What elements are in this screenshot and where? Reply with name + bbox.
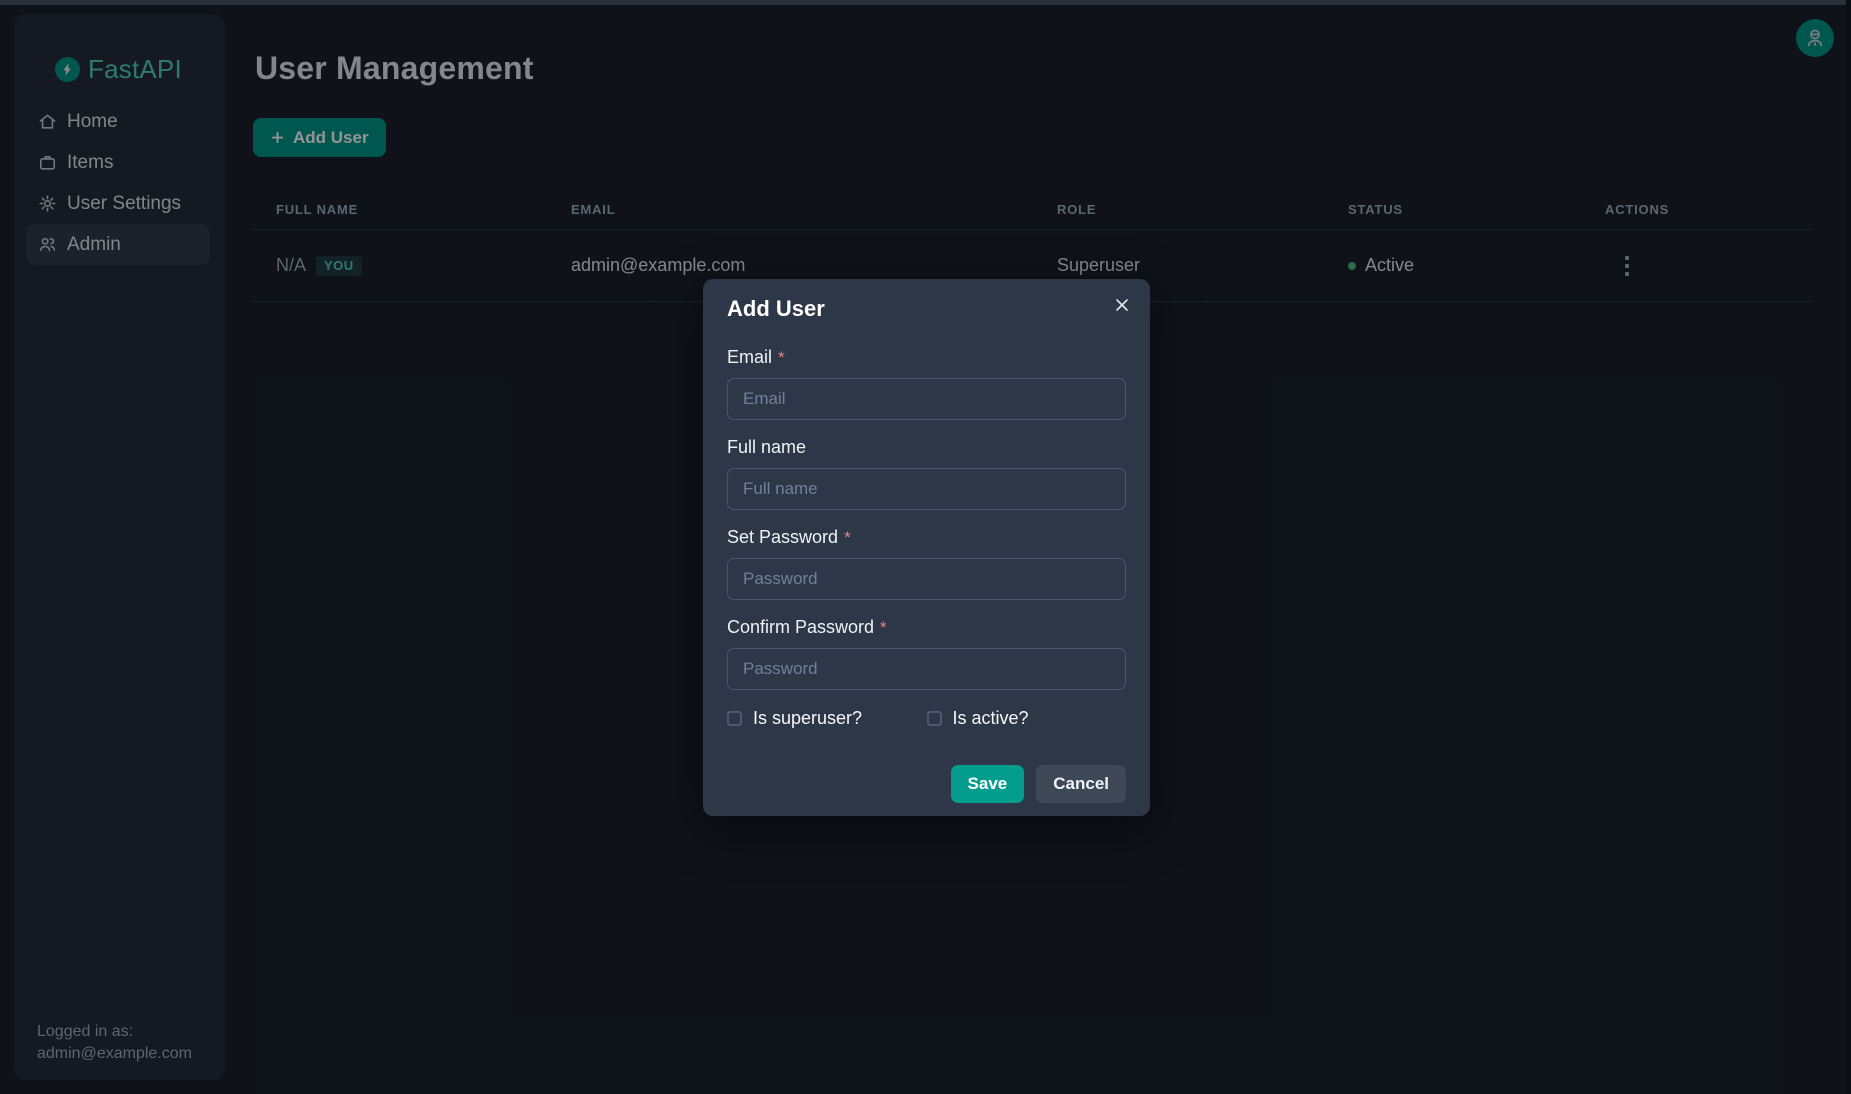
modal-body: Email * Full name Set Password * Confirm…: [727, 335, 1126, 729]
field-label: Set Password *: [727, 527, 1126, 548]
modal-footer: Save Cancel: [951, 765, 1126, 803]
required-asterisk: *: [778, 348, 785, 368]
confirm-password-label: Confirm Password: [727, 617, 874, 638]
is-superuser-label: Is superuser?: [753, 708, 862, 729]
modal-title: Add User: [727, 296, 825, 322]
close-button[interactable]: [1106, 289, 1138, 321]
email-field-group: Email *: [727, 347, 1126, 420]
full-name-label: Full name: [727, 437, 806, 458]
cancel-button[interactable]: Cancel: [1036, 765, 1126, 803]
checkbox-icon: [927, 711, 942, 726]
email-input[interactable]: [727, 378, 1126, 420]
required-asterisk: *: [844, 528, 851, 548]
checkbox-row: Is superuser? Is active?: [727, 708, 1126, 729]
password-input[interactable]: [727, 558, 1126, 600]
email-label: Email: [727, 347, 772, 368]
checkbox-icon: [727, 711, 742, 726]
add-user-modal: Add User Email * Full name Set Password …: [703, 279, 1150, 816]
full-name-input[interactable]: [727, 468, 1126, 510]
is-active-checkbox[interactable]: Is active?: [927, 708, 1127, 729]
confirm-password-field-group: Confirm Password *: [727, 617, 1126, 690]
required-asterisk: *: [880, 618, 887, 638]
full-name-field-group: Full name: [727, 437, 1126, 510]
field-label: Confirm Password *: [727, 617, 1126, 638]
confirm-password-input[interactable]: [727, 648, 1126, 690]
save-button[interactable]: Save: [951, 765, 1025, 803]
is-superuser-checkbox[interactable]: Is superuser?: [727, 708, 927, 729]
is-active-label: Is active?: [953, 708, 1029, 729]
set-password-field-group: Set Password *: [727, 527, 1126, 600]
close-icon: [1114, 297, 1130, 313]
field-label: Full name: [727, 437, 1126, 458]
field-label: Email *: [727, 347, 1126, 368]
set-password-label: Set Password: [727, 527, 838, 548]
